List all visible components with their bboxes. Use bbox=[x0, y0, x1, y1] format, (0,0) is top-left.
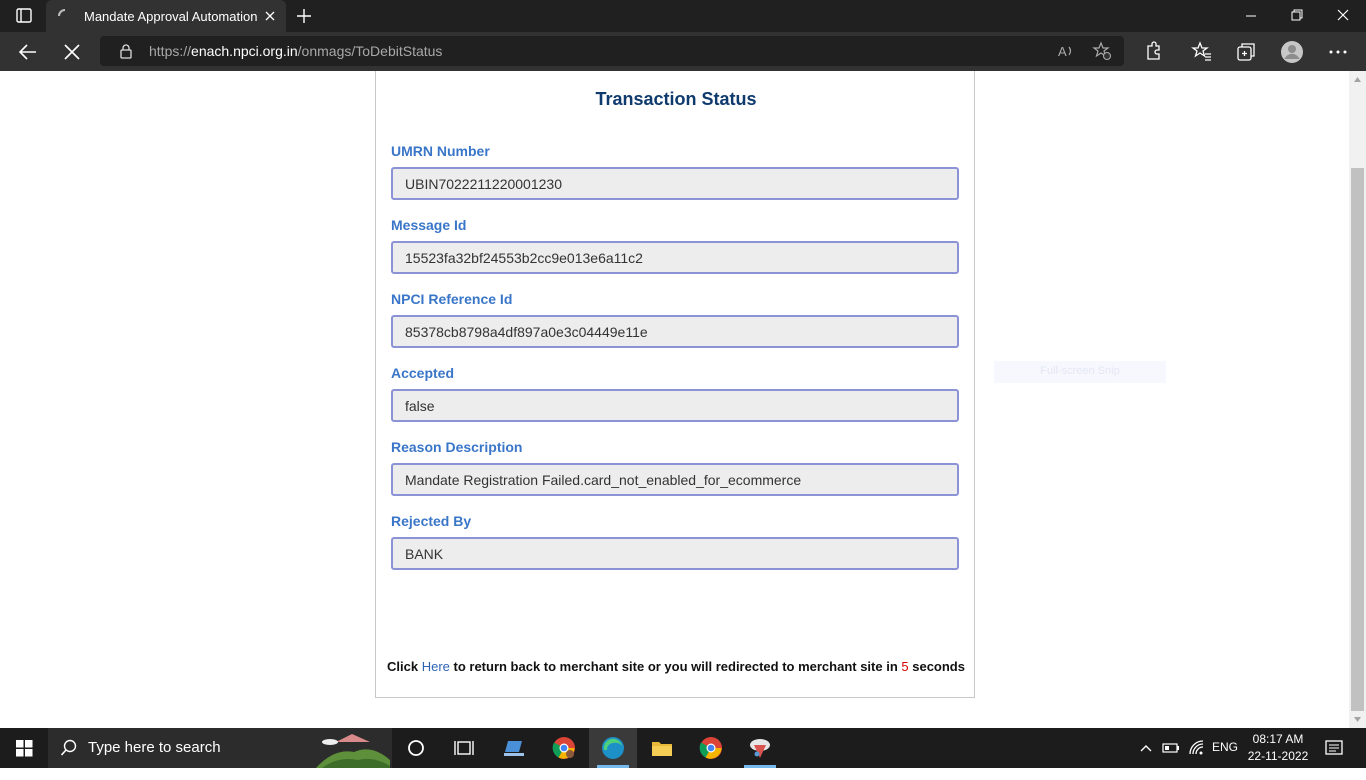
notifications-icon[interactable] bbox=[1324, 739, 1344, 779]
add-favorite-icon[interactable] bbox=[1092, 41, 1112, 61]
vertical-scrollbar[interactable] bbox=[1349, 71, 1366, 728]
page-viewport: Transaction Status UMRN Number Message I… bbox=[0, 71, 1366, 728]
url-text[interactable]: https://enach.npci.org.in/onmags/ToDebit… bbox=[149, 43, 442, 59]
taskbar-app-chrome-profile[interactable] bbox=[540, 728, 588, 768]
restore-icon bbox=[1291, 9, 1303, 21]
scrollbar-thumb[interactable] bbox=[1351, 168, 1364, 711]
task-view-button[interactable] bbox=[440, 728, 488, 768]
collections-icon[interactable] bbox=[1234, 40, 1258, 64]
loading-spinner-icon bbox=[58, 9, 66, 17]
language-indicator[interactable]: ENG bbox=[1212, 740, 1238, 780]
lock-icon[interactable] bbox=[118, 43, 134, 59]
wifi-icon[interactable] bbox=[1188, 739, 1206, 779]
laptop-app-icon bbox=[504, 741, 524, 756]
countdown-seconds: 5 bbox=[901, 659, 909, 674]
cortana-button[interactable] bbox=[392, 728, 440, 768]
umrn-field[interactable] bbox=[391, 167, 959, 200]
windows-taskbar: Type here to search ENG 08:17 AM 22-11-2… bbox=[0, 728, 1366, 768]
stop-loading-icon[interactable] bbox=[60, 40, 84, 64]
taskbar-search-box[interactable]: Type here to search bbox=[48, 728, 392, 768]
transaction-status-card: Transaction Status UMRN Number Message I… bbox=[375, 71, 975, 698]
edge-browser-icon bbox=[602, 737, 624, 759]
chrome-icon bbox=[699, 737, 722, 759]
search-highlight-illustration-icon bbox=[316, 734, 390, 768]
clock-time: 08:17 AM bbox=[1252, 732, 1304, 746]
rejected-by-field[interactable] bbox=[391, 537, 959, 570]
read-aloud-icon[interactable]: A bbox=[1056, 41, 1076, 61]
taskbar-clock[interactable]: 08:17 AM 22-11-2022 bbox=[1240, 731, 1316, 765]
battery-icon[interactable] bbox=[1162, 740, 1180, 780]
close-window-button[interactable] bbox=[1320, 0, 1366, 32]
page-title: Transaction Status bbox=[595, 89, 757, 109]
umrn-label: UMRN Number bbox=[391, 143, 490, 159]
chrome-profile-icon bbox=[552, 737, 575, 759]
scroll-down-icon[interactable] bbox=[1353, 715, 1362, 724]
windows-logo-icon bbox=[16, 740, 33, 757]
extensions-icon[interactable] bbox=[1141, 40, 1165, 64]
browser-tab[interactable]: Mandate Approval Automation bbox=[46, 0, 286, 32]
rejected-by-label: Rejected By bbox=[391, 513, 472, 529]
favorites-icon[interactable] bbox=[1190, 40, 1214, 64]
cortana-circle-icon bbox=[408, 740, 424, 756]
url-domain: enach.npci.org.in bbox=[191, 43, 298, 59]
accepted-label: Accepted bbox=[391, 365, 455, 381]
restore-button[interactable] bbox=[1274, 0, 1320, 32]
close-icon bbox=[1337, 9, 1349, 21]
url-prefix: https:// bbox=[149, 43, 192, 59]
taskbar-app-file-explorer[interactable] bbox=[638, 728, 686, 768]
back-arrow-icon[interactable] bbox=[16, 40, 40, 64]
task-view-icon bbox=[454, 741, 474, 755]
browser-titlebar: Mandate Approval Automation bbox=[0, 0, 1366, 32]
show-hidden-icons-icon[interactable] bbox=[1138, 740, 1154, 780]
redirect-prefix: Click bbox=[387, 659, 422, 674]
npci-reference-label: NPCI Reference Id bbox=[391, 291, 513, 307]
redirect-notice: Click Here to return back to merchant si… bbox=[376, 659, 976, 674]
message-id-field[interactable] bbox=[391, 241, 959, 274]
minimize-icon bbox=[1246, 15, 1256, 17]
browser-toolbar: https://enach.npci.org.in/onmags/ToDebit… bbox=[0, 32, 1366, 71]
snipping-tool-icon bbox=[750, 739, 770, 758]
npci-reference-field[interactable] bbox=[391, 315, 959, 348]
search-icon bbox=[60, 739, 77, 756]
url-path: /onmags/ToDebitStatus bbox=[297, 43, 443, 59]
taskbar-app-laptop[interactable] bbox=[490, 728, 538, 768]
taskbar-app-snipping-tool[interactable] bbox=[736, 728, 784, 768]
more-menu-icon[interactable] bbox=[1326, 40, 1350, 64]
reason-description-label: Reason Description bbox=[391, 439, 523, 455]
profile-avatar-icon[interactable] bbox=[1280, 40, 1304, 64]
clock-date: 22-11-2022 bbox=[1247, 749, 1309, 763]
svg-text:A: A bbox=[1058, 44, 1067, 59]
minimize-button[interactable] bbox=[1228, 0, 1274, 32]
tab-actions-icon[interactable] bbox=[10, 6, 38, 26]
merchant-return-link[interactable]: Here bbox=[422, 659, 450, 674]
start-button[interactable] bbox=[0, 728, 48, 768]
folder-icon bbox=[652, 742, 672, 756]
accepted-field[interactable] bbox=[391, 389, 959, 422]
taskbar-app-chrome[interactable] bbox=[687, 728, 735, 768]
redirect-suffix: seconds bbox=[908, 659, 965, 674]
scroll-up-icon[interactable] bbox=[1353, 75, 1362, 84]
search-placeholder: Type here to search bbox=[88, 739, 221, 756]
tab-title: Mandate Approval Automation bbox=[84, 9, 258, 24]
taskbar-app-edge[interactable] bbox=[589, 728, 637, 768]
new-tab-icon[interactable] bbox=[294, 7, 314, 25]
reason-description-field[interactable] bbox=[391, 463, 959, 496]
snip-overlay-button[interactable]: Full-screen Snip bbox=[994, 361, 1166, 383]
message-id-label: Message Id bbox=[391, 217, 467, 233]
tab-close-icon[interactable] bbox=[262, 8, 278, 24]
address-bar[interactable]: https://enach.npci.org.in/onmags/ToDebit… bbox=[100, 36, 1124, 66]
redirect-middle: to return back to merchant site or you w… bbox=[449, 659, 902, 674]
